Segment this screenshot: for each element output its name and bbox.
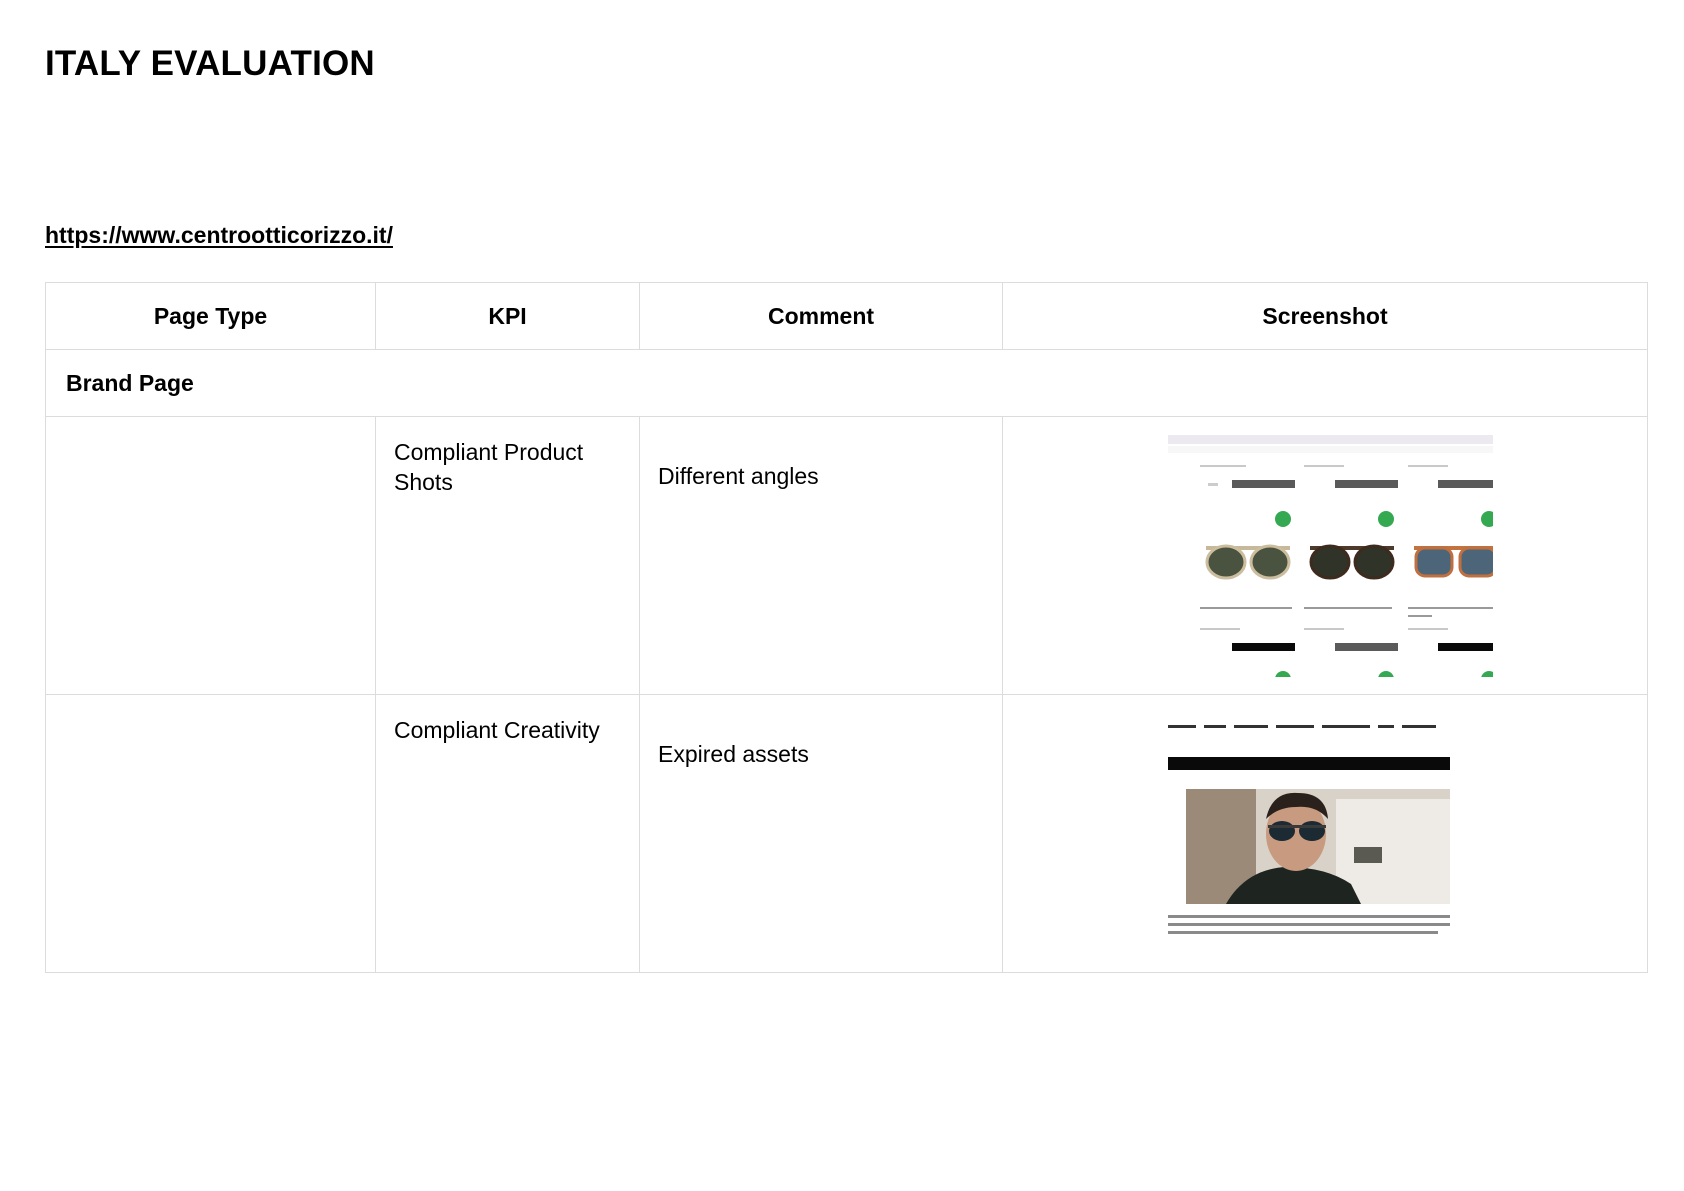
table-row: Compliant Product Shots Different angles <box>45 416 1648 695</box>
comment-value: Expired assets <box>658 741 809 767</box>
kpi-cell: Compliant Creativity <box>375 694 640 973</box>
header-screenshot: Screenshot <box>1002 282 1648 350</box>
sunglasses-product-grid-image <box>1168 435 1493 677</box>
comment-value: Different angles <box>658 463 819 489</box>
page-type-cell <box>45 694 376 973</box>
evaluation-table: Page Type KPI Comment Screenshot Brand P… <box>45 282 1648 973</box>
site-url-link[interactable]: https://www.centrootticorizzo.it/ <box>45 222 393 249</box>
header-page-type: Page Type <box>45 282 376 350</box>
kpi-value: Compliant Product Shots <box>394 439 584 495</box>
section-row: Brand Page <box>45 349 1648 417</box>
comment-cell: Expired assets <box>639 694 1003 973</box>
kpi-value: Compliant Creativity <box>394 717 600 743</box>
header-kpi: KPI <box>375 282 640 350</box>
screenshot-cell <box>1002 694 1648 973</box>
table-header-row: Page Type KPI Comment Screenshot <box>45 282 1648 350</box>
header-comment: Comment <box>639 282 1003 350</box>
brand-banner-image <box>1168 721 1450 946</box>
comment-cell: Different angles <box>639 416 1003 695</box>
table-row: Compliant Creativity Expired assets <box>45 694 1648 973</box>
page-title: ITALY EVALUATION <box>45 44 375 83</box>
page-type-cell <box>45 416 376 695</box>
kpi-cell: Compliant Product Shots <box>375 416 640 695</box>
screenshot-cell <box>1002 416 1648 695</box>
section-brand-page: Brand Page <box>45 349 1648 417</box>
